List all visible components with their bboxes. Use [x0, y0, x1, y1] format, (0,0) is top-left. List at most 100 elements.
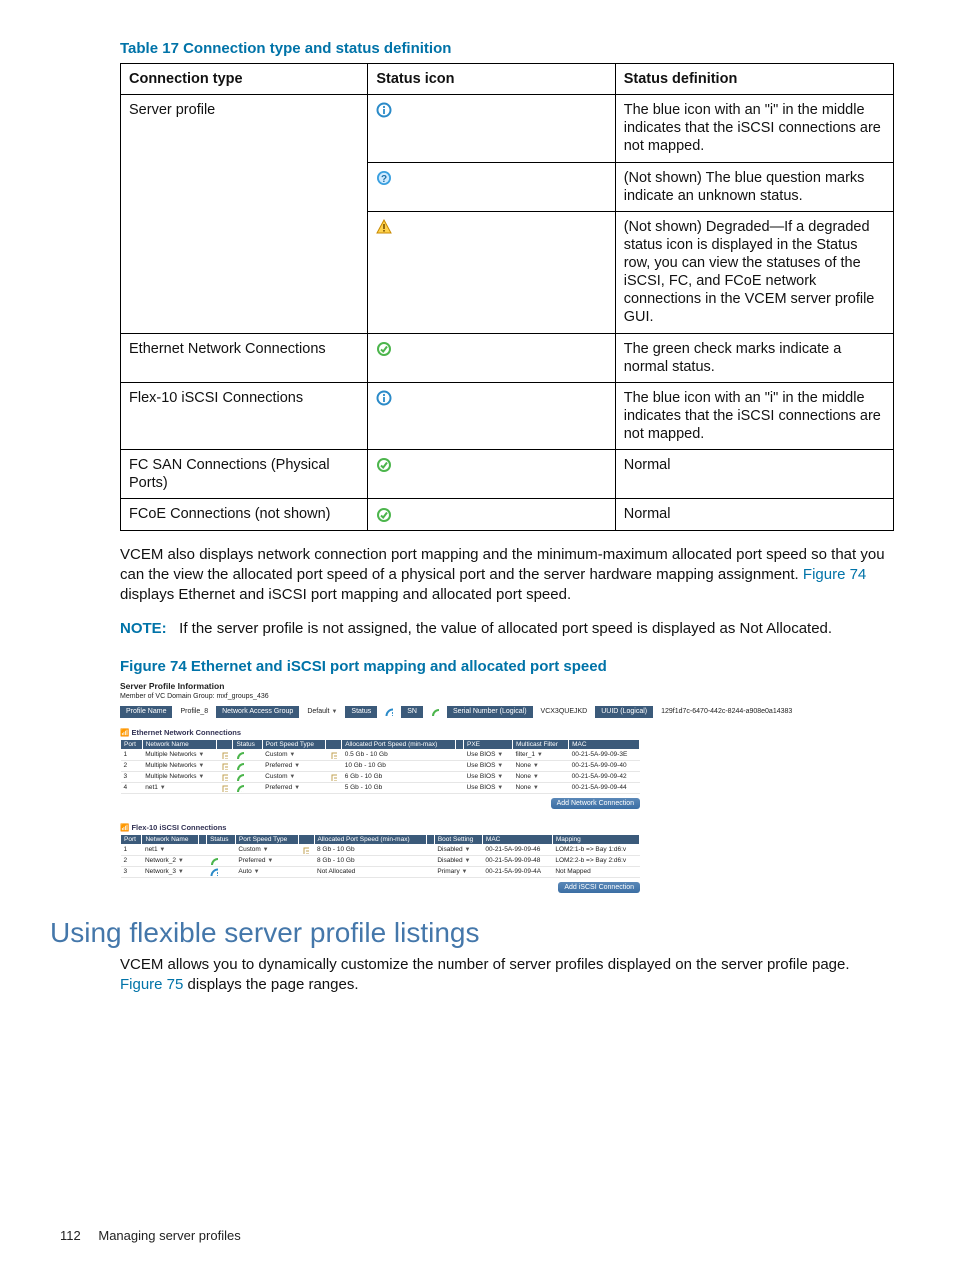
mini-serial: VCX3QUEJKD — [535, 706, 596, 718]
t17-r5-type: FC SAN Connections (Physical Ports) — [121, 450, 368, 499]
network-select[interactable]: net1 ▼ — [145, 784, 165, 791]
port-speed-type-select[interactable]: Custom ▼ — [265, 751, 295, 758]
chevron-down-icon: ▼ — [263, 847, 269, 853]
chevron-down-icon: ▼ — [294, 763, 300, 769]
pxe-select[interactable]: Use BIOS ▼ — [467, 773, 504, 780]
note-text: If the server profile is not assigned, t… — [179, 620, 832, 637]
doc-icon — [220, 751, 228, 758]
chevron-down-icon: ▼ — [533, 785, 539, 791]
check-icon — [210, 857, 218, 864]
t17-r5-def: Normal — [615, 450, 893, 499]
mini-nag[interactable]: Default ▼ — [301, 706, 345, 718]
note-block: NOTE: If the server profile is not assig… — [120, 619, 894, 639]
t17-r4-icon-cell — [368, 382, 615, 449]
chevron-down-icon: ▼ — [289, 752, 295, 758]
mini-iscsi-title: 📶 Flex-10 iSCSI Connections — [120, 823, 640, 832]
doc-icon — [220, 784, 228, 791]
network-select[interactable]: Multiple Networks ▼ — [145, 773, 204, 780]
fig75-link[interactable]: Figure 75 — [120, 976, 183, 993]
mini-iscsi-table: Port Network Name Status Port Speed Type… — [120, 834, 640, 878]
doc-icon — [329, 751, 337, 758]
port-speed-type-select[interactable]: Preferred ▼ — [265, 762, 300, 769]
network-select[interactable]: Multiple Networks ▼ — [145, 751, 204, 758]
add-iscsi-connection-button[interactable]: Add iSCSI Connection — [558, 882, 640, 893]
page-number: 112 — [60, 1228, 81, 1243]
network-select[interactable]: Network_3 ▼ — [145, 868, 184, 875]
t17-r3-def: The green check marks indicate a normal … — [615, 333, 893, 382]
mini-info-bar: Profile Name Profile_8 Network Access Gr… — [120, 706, 640, 718]
doc-icon — [301, 846, 309, 853]
port-speed-type-select[interactable]: Custom ▼ — [238, 846, 268, 853]
chevron-down-icon: ▼ — [462, 869, 468, 875]
chevron-down-icon: ▼ — [497, 774, 503, 780]
table17-h2: Status definition — [615, 64, 893, 95]
network-select[interactable]: Multiple Networks ▼ — [145, 762, 204, 769]
chevron-down-icon: ▼ — [254, 869, 260, 875]
doc-icon — [220, 762, 228, 769]
chevron-down-icon: ▼ — [178, 869, 184, 875]
add-network-connection-button[interactable]: Add Network Connection — [551, 798, 640, 809]
boot-select[interactable]: Primary ▼ — [437, 868, 467, 875]
port-speed-type-select[interactable]: Custom ▼ — [265, 773, 295, 780]
t17-r6-def: Normal — [615, 499, 893, 530]
fig74-screenshot: Server Profile Information Member of VC … — [120, 681, 640, 893]
chevron-down-icon: ▼ — [497, 763, 503, 769]
chevron-down-icon: ▼ — [464, 858, 470, 864]
chevron-down-icon: ▼ — [198, 752, 204, 758]
t17-r0-def: The blue icon with an "i" in the middle … — [615, 95, 893, 162]
mini-serial-h: Serial Number (Logical) — [447, 706, 535, 718]
chevron-down-icon: ▼ — [294, 785, 300, 791]
fig74-caption: Figure 74 Ethernet and iSCSI port mappin… — [120, 658, 894, 675]
table17-h1: Status icon — [368, 64, 615, 95]
para1: VCEM also displays network connection po… — [120, 545, 894, 606]
pxe-select[interactable]: Use BIOS ▼ — [467, 762, 504, 769]
chevron-down-icon: ▼ — [537, 752, 543, 758]
mini-status-h: Status — [345, 706, 379, 718]
chevron-down-icon: ▼ — [533, 774, 539, 780]
chevron-down-icon: ▼ — [497, 752, 503, 758]
note-label: NOTE: — [120, 620, 179, 637]
t17-r3-icon-cell — [368, 333, 615, 382]
mini-uuid: 129f1d7c-6470-442c-8244-a908e0a14383 — [655, 706, 800, 718]
table-row: 4net1 ▼Preferred ▼5 Gb - 10 GbUse BIOS ▼… — [121, 782, 640, 793]
t17-r1-def: (Not shown) The blue question marks indi… — [615, 162, 893, 211]
chevron-down-icon: ▼ — [533, 763, 539, 769]
filter-select[interactable]: None ▼ — [516, 762, 539, 769]
boot-select[interactable]: Disabled ▼ — [437, 857, 470, 864]
network-select[interactable]: net1 ▼ — [145, 846, 165, 853]
t17-r3-type: Ethernet Network Connections — [121, 333, 368, 382]
section-heading: Using flexible server profile listings — [50, 917, 894, 949]
filter-select[interactable]: None ▼ — [516, 773, 539, 780]
fig74-link[interactable]: Figure 74 — [803, 566, 866, 583]
table-row: 3Network_3 ▼Auto ▼Not AllocatedPrimary ▼… — [121, 866, 640, 877]
port-speed-type-select[interactable]: Preferred ▼ — [265, 784, 300, 791]
mini-eth-title: 📶 Ethernet Network Connections — [120, 728, 640, 737]
para2: VCEM allows you to dynamically customize… — [120, 955, 894, 996]
doc-icon — [329, 773, 337, 780]
filter-select[interactable]: filter_1 ▼ — [516, 751, 543, 758]
t17-r0-icon-cell — [368, 95, 615, 162]
mini-subtitle: Member of VC Domain Group: mxf_groups_43… — [120, 693, 640, 700]
filter-select[interactable]: None ▼ — [516, 784, 539, 791]
boot-select[interactable]: Disabled ▼ — [437, 846, 470, 853]
t17-r4-type: Flex-10 iSCSI Connections — [121, 382, 368, 449]
mini-title: Server Profile Information — [120, 681, 640, 691]
network-select[interactable]: Network_2 ▼ — [145, 857, 184, 864]
chevron-down-icon: ▼ — [198, 763, 204, 769]
port-speed-type-select[interactable]: Auto ▼ — [238, 868, 259, 875]
check-icon — [236, 751, 244, 758]
table-row: 2Network_2 ▼Preferred ▼8 Gb - 10 GbDisab… — [121, 855, 640, 866]
table-row: 3Multiple Networks ▼Custom ▼6 Gb - 10 Gb… — [121, 771, 640, 782]
pxe-select[interactable]: Use BIOS ▼ — [467, 784, 504, 791]
doc-icon — [220, 773, 228, 780]
t17-r0-type: Server profile — [121, 95, 368, 333]
port-speed-type-select[interactable]: Preferred ▼ — [238, 857, 273, 864]
mini-eth-table: Port Network Name Status Port Speed Type… — [120, 739, 640, 794]
pxe-select[interactable]: Use BIOS ▼ — [467, 751, 504, 758]
chevron-down-icon: ▼ — [497, 785, 503, 791]
mini-uuid-h: UUID (Logical) — [595, 706, 655, 718]
info-icon — [210, 868, 218, 875]
info-icon — [376, 101, 392, 119]
t17-r4-def: The blue icon with an "i" in the middle … — [615, 382, 893, 449]
chevron-down-icon: ▼ — [159, 847, 165, 853]
